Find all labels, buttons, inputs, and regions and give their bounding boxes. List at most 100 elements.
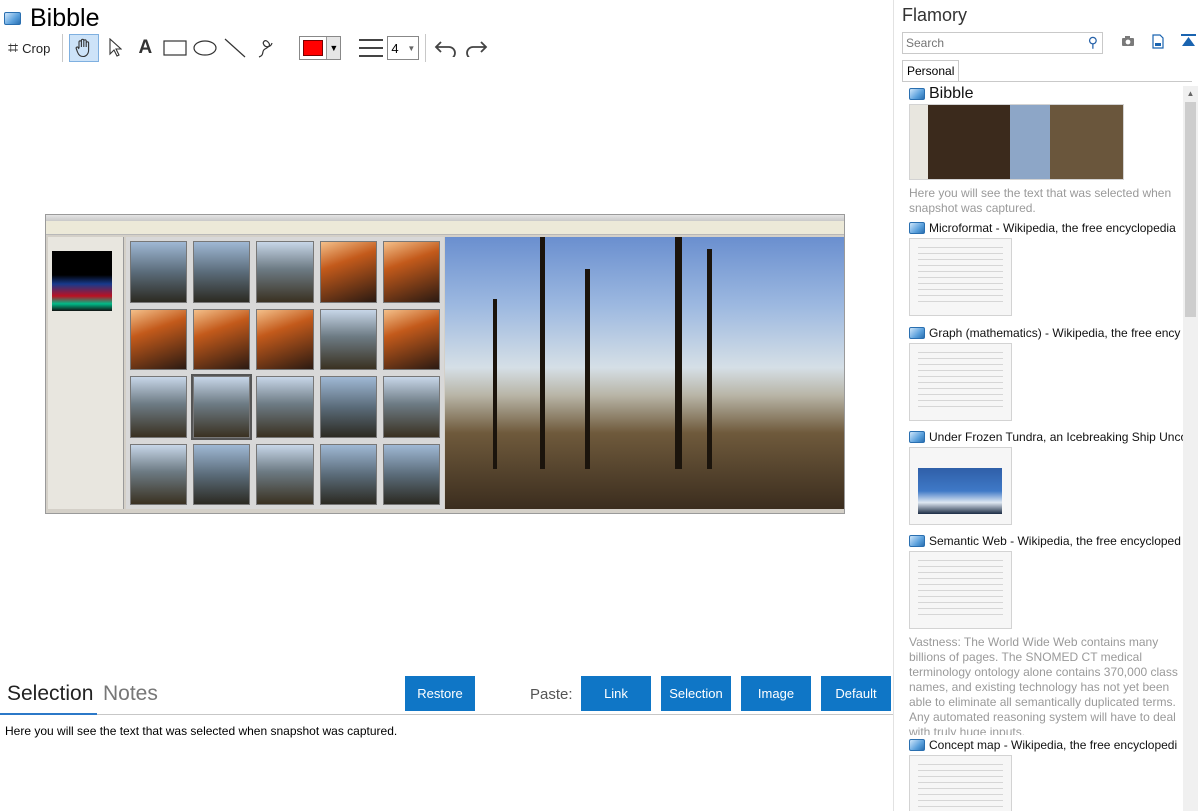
flamory-sidebar: Flamory ⚲ Personal Bibble [893,0,1198,811]
list-item-thumbnail [909,551,1012,629]
text-icon: A [138,37,153,58]
list-item[interactable]: Microformat - Wikipedia, the free encycl… [909,220,1184,316]
tab-notes[interactable]: Notes [103,682,158,706]
snapshot-thumb [191,374,253,440]
list-item-description: Vastness: The World Wide Web contains ma… [909,635,1178,735]
snapshot-preview [445,237,844,509]
snapshot-thumb [130,241,188,303]
collapse-top-icon[interactable] [1180,33,1196,49]
cursor-icon [109,38,123,57]
snapshot-thumbnail-grid [126,237,444,509]
snapshot-tree [585,269,590,469]
snapshot-thumb [256,443,314,505]
page-icon [909,739,925,751]
snapshot-thumb [319,308,377,370]
list-item-thumbnail [909,343,1012,421]
toolbar-divider [62,34,64,62]
undo-icon [435,41,457,57]
rectangle-tool-button[interactable] [161,34,189,62]
list-item-header: Concept map - Wikipedia, the free encycl… [909,737,1184,753]
page-lines [918,247,1003,307]
list-item-header: Bibble [909,86,1184,102]
list-item[interactable]: Bibble Here you will see the text that w… [909,86,1184,216]
camera-icon[interactable] [1120,33,1136,49]
document-icon[interactable] [1150,33,1166,49]
snapshot-thumb [256,241,314,303]
select-tool-button[interactable] [101,34,129,62]
line-tool-button[interactable] [221,34,249,62]
bottom-tabs: Selection Notes Restore Paste: Link Sele… [0,676,893,716]
list-item-header: Microformat - Wikipedia, the free encycl… [909,220,1184,236]
text-tool-button[interactable]: A [131,34,159,62]
paste-link-button[interactable]: Link [581,676,651,711]
crop-icon: ⌗ [8,37,19,58]
list-item-header: Semantic Web - Wikipedia, the free encyc… [909,533,1184,549]
page-icon [909,222,925,234]
crop-button[interactable]: ⌗ Crop [4,34,54,62]
paste-selection-button[interactable]: Selection [661,676,731,711]
chevron-down-icon: ▼ [326,37,341,59]
list-item[interactable]: Concept map - Wikipedia, the free encycl… [909,737,1184,811]
scroll-thumb[interactable] [1185,102,1196,317]
list-item-title: Graph (mathematics) - Wikipedia, the fre… [929,326,1181,340]
snapshot-tree [707,249,712,469]
rectangle-icon [163,40,187,56]
color-swatch [303,40,324,56]
snapshot-side-panel [48,237,124,509]
snapshot-menubar [46,221,844,235]
list-item-title: Semantic Web - Wikipedia, the free encyc… [929,534,1181,548]
flamory-window: Bibble ⌗ Crop A ▼ 4 ▼ Selection Notes Re… [0,0,1198,811]
selected-text-content: Here you will see the text that was sele… [5,724,398,738]
page-icon [909,431,925,443]
search-icon[interactable]: ⚲ [1088,34,1098,51]
freehand-tool-button[interactable] [251,34,279,62]
line-weight-select[interactable]: 4 ▼ [387,36,420,60]
undo-button[interactable] [432,34,460,62]
list-item[interactable]: Graph (mathematics) - Wikipedia, the fre… [909,325,1184,421]
snapshot-thumb [130,443,188,505]
snapshot-thumb [193,308,251,370]
stroke-color-picker[interactable]: ▼ [299,36,342,60]
snapshot-thumb [319,376,377,438]
line-weight-value: 4 [391,40,399,56]
hand-tool-button[interactable] [69,34,100,62]
tab-divider [0,714,893,715]
snapshot-tree [675,237,682,469]
snapshot-canvas[interactable] [0,66,893,674]
scroll-up-icon[interactable]: ▲ [1183,86,1198,101]
paste-image-button[interactable]: Image [741,676,811,711]
snapshot-thumb [319,241,377,303]
page-lines [918,352,1003,412]
snapshot-list: Bibble Here you will see the text that w… [909,86,1184,811]
page-icon [909,327,925,339]
list-item-thumbnail [909,104,1124,180]
chevron-down-icon: ▼ [407,43,416,53]
list-item-header: Graph (mathematics) - Wikipedia, the fre… [909,325,1184,341]
redo-button[interactable] [462,34,490,62]
list-item-title: Concept map - Wikipedia, the free encycl… [929,738,1178,752]
toolbar-divider [425,34,427,62]
snapshot-thumb [319,443,377,505]
line-weight-icon [359,39,384,57]
snapshot-thumb [193,241,251,303]
tab-personal[interactable]: Personal [902,60,960,82]
line-icon [224,38,246,58]
snapshot-pane: Bibble ⌗ Crop A ▼ 4 ▼ Selection Notes Re… [0,0,893,811]
snapshot-image [45,214,845,514]
search-input[interactable] [903,33,1078,53]
tab-selection[interactable]: Selection [7,682,93,706]
list-item[interactable]: Under Frozen Tundra, an Icebreaking Ship… [909,429,1184,525]
snapshot-thumb [130,308,188,370]
list-item-thumbnail [909,447,1012,525]
ellipse-tool-button[interactable] [191,34,219,62]
snapshot-thumb [382,376,440,438]
line-weight-control: 4 ▼ [359,36,420,60]
page-title: Bibble [30,3,100,32]
list-item-title: Microformat - Wikipedia, the free encycl… [929,221,1176,235]
list-item[interactable]: Semantic Web - Wikipedia, the free encyc… [909,533,1184,735]
sidebar-scrollbar[interactable]: ▲ [1183,86,1198,811]
snapshot-thumb [382,241,440,303]
restore-button[interactable]: Restore [405,676,475,711]
list-item-description: Here you will see the text that was sele… [909,186,1172,215]
paste-default-button[interactable]: Default [821,676,891,711]
